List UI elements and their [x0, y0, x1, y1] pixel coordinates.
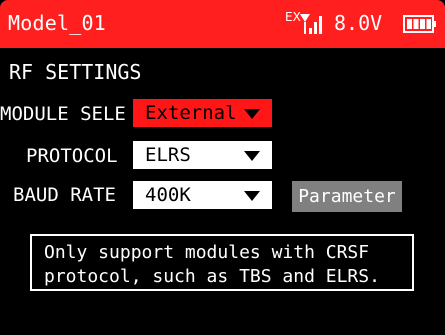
- model-name: Model_01: [8, 11, 106, 35]
- chevron-down-icon: [244, 109, 260, 119]
- battery-icon: [403, 15, 436, 33]
- baud-rate-select[interactable]: 400K: [133, 181, 272, 209]
- protocol-label: PROTOCOL: [26, 145, 118, 167]
- battery-cell-3: [420, 19, 425, 29]
- protocol-select-value: ELRS: [145, 144, 191, 166]
- battery-tip: [433, 21, 436, 27]
- parameter-button[interactable]: Parameter: [292, 181, 402, 212]
- section-title: RF SETTINGS: [9, 60, 142, 84]
- signal-bar-1: [309, 28, 312, 34]
- signal-bar-2: [314, 22, 317, 34]
- protocol-select[interactable]: ELRS: [133, 141, 272, 169]
- signal-antenna-stem: [304, 22, 306, 34]
- battery-cell-4: [426, 19, 431, 29]
- baud-rate-select-value: 400K: [145, 184, 191, 206]
- module-select[interactable]: External: [133, 99, 272, 127]
- chevron-down-icon: [244, 151, 260, 161]
- screen-frame: Model_01 EX 8.0V RF SETTINGS MODULE SELE…: [0, 0, 445, 335]
- battery-cell-1: [407, 19, 412, 29]
- baud-rate-label: BAUD RATE: [13, 184, 116, 206]
- status-bar: Model_01 EX 8.0V: [0, 0, 445, 48]
- battery-cell-2: [413, 19, 419, 29]
- crsf-info-box: Only support modules with CRSF protocol,…: [30, 234, 414, 291]
- signal-strength-icon: [300, 14, 322, 34]
- signal-antenna-icon: [300, 14, 310, 22]
- chevron-down-icon: [244, 191, 260, 201]
- signal-bar-3: [319, 16, 322, 34]
- module-select-label: MODULE SELE: [0, 103, 126, 125]
- module-select-value: External: [145, 102, 237, 124]
- battery-voltage: 8.0V: [334, 11, 383, 35]
